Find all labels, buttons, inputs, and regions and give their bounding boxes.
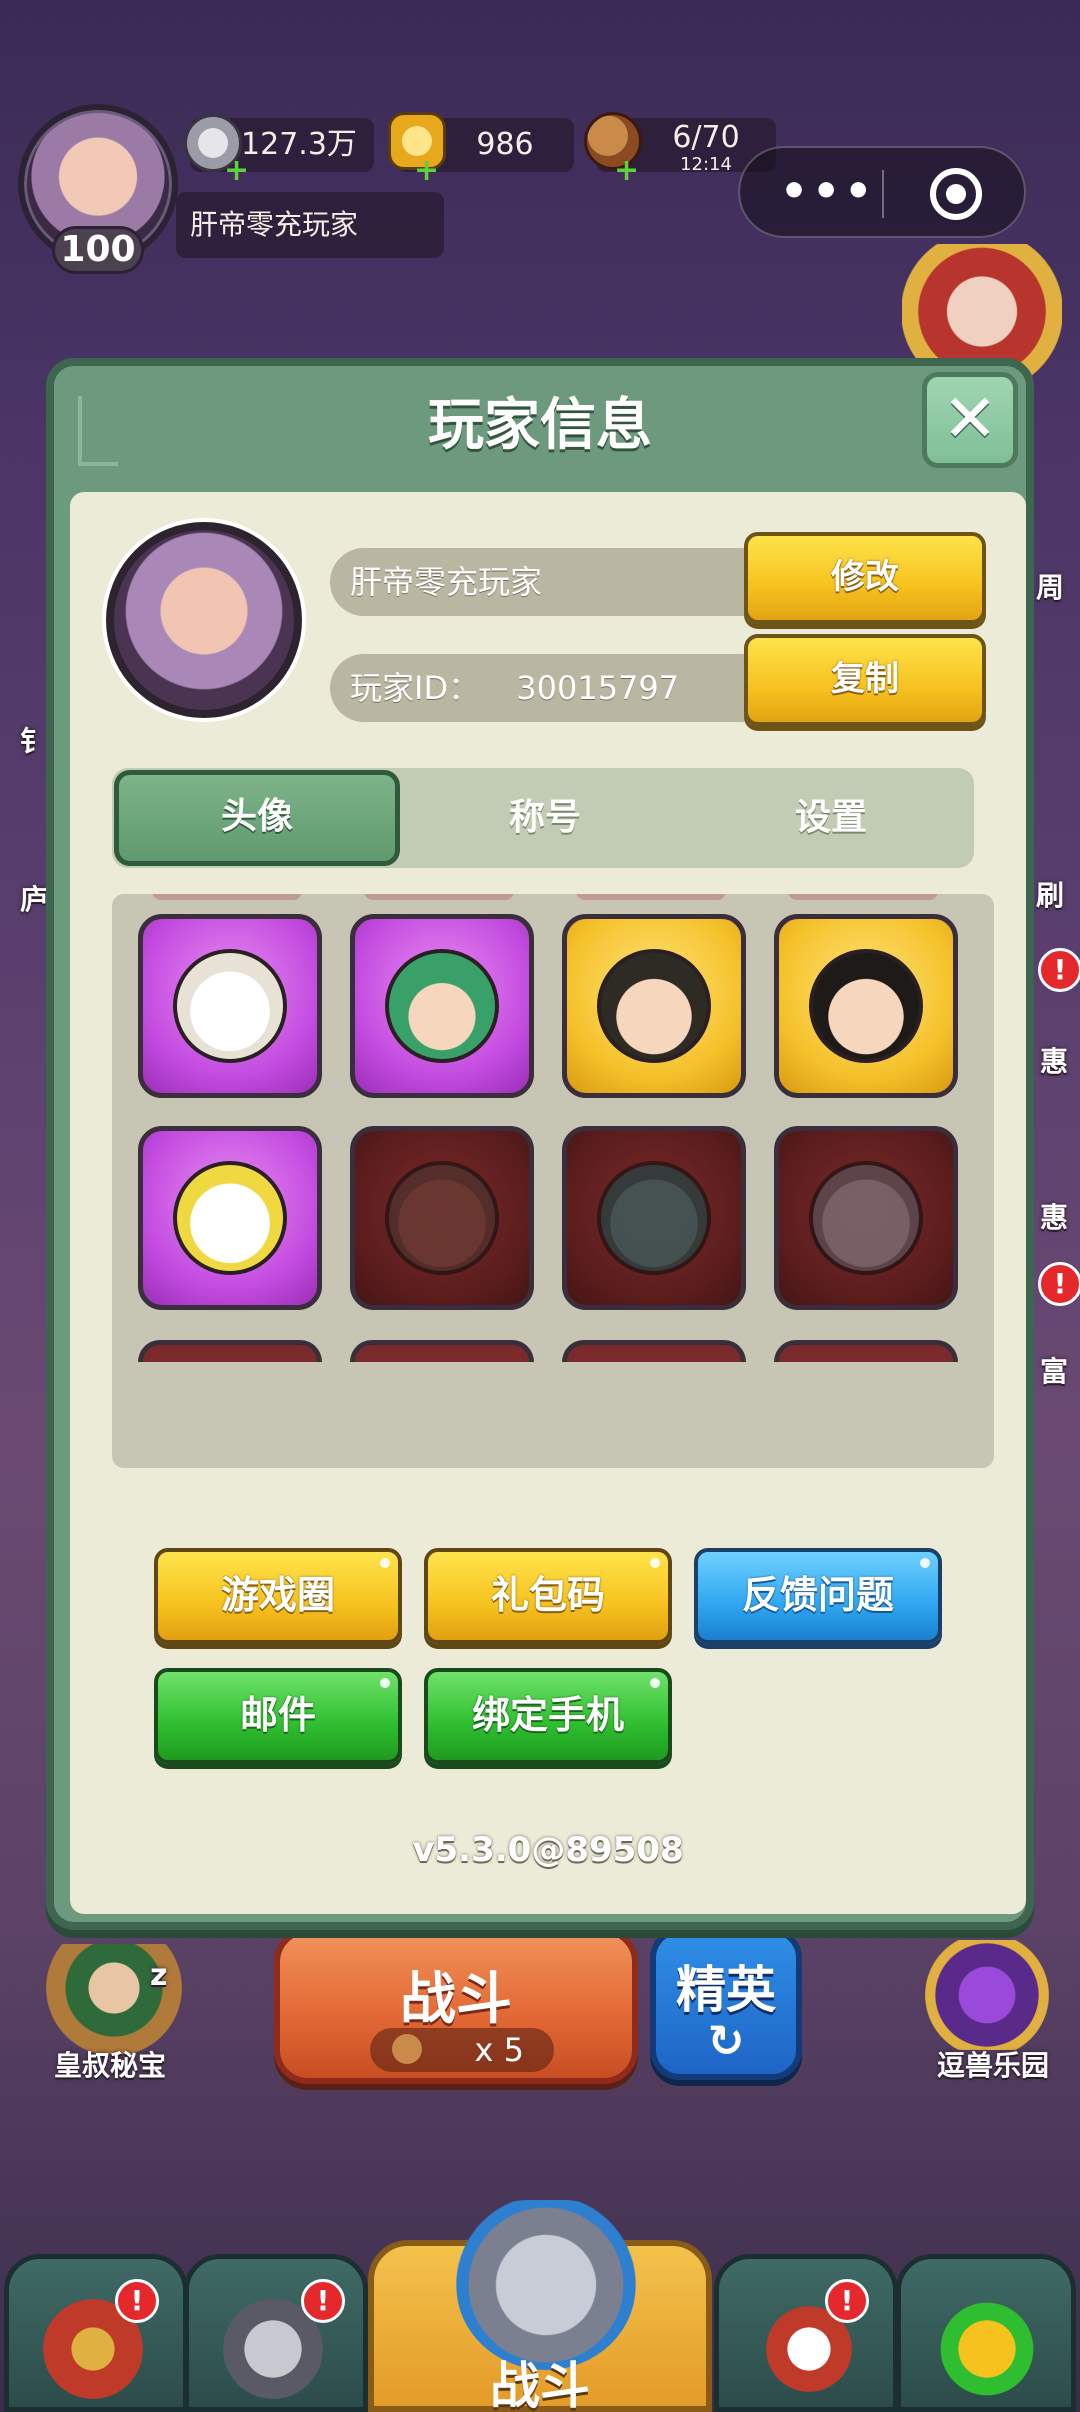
right-partial-label-4: 惠 [1040, 1201, 1069, 1234]
player-id-value: 30015797 [516, 669, 680, 707]
king-avatar-icon [809, 1161, 923, 1275]
modal-content: 肝帝零充玩家 修改 玩家ID： 30015797 复制 头像 称号 设置 游戏圈… [70, 492, 1026, 1914]
close-button[interactable]: ✕ [922, 372, 1018, 468]
right-alert-badge-1: ! [1038, 948, 1080, 992]
player-name-field: 肝帝零充玩家 [330, 548, 774, 616]
gold-value: 986 [476, 127, 534, 162]
avatar-cell-sunglasses[interactable] [774, 914, 958, 1098]
grid-row-above-peek [576, 894, 726, 900]
player-info-modal: 玩家信息 ✕ 肝帝零充玩家 修改 玩家ID： 30015797 复制 头像 称号… [46, 358, 1034, 1930]
avatar-cell-goose[interactable] [138, 914, 322, 1098]
secret-treasure-label[interactable]: 皇叔秘宝 [40, 2044, 180, 2084]
modal-tab-bar: 头像 称号 设置 [112, 768, 974, 868]
tab-title[interactable]: 称号 [402, 768, 688, 868]
grid-row-below-peek [774, 1340, 958, 1362]
right-partial-label-2: 刷 [1036, 879, 1065, 912]
feedback-button[interactable]: 反馈问题 [694, 1548, 942, 1644]
more-dots-icon[interactable]: ••• [780, 170, 876, 214]
battle-button-label: 战斗 [400, 1967, 512, 2032]
grid-row-above-peek [788, 894, 938, 900]
tab-avatar[interactable]: 头像 [114, 770, 400, 866]
warrior-avatar-icon [385, 1161, 499, 1275]
tab-settings[interactable]: 设置 [688, 768, 974, 868]
avatar-cell-green-hood[interactable] [350, 914, 534, 1098]
sunglasses-avatar-icon [809, 949, 923, 1063]
avatar-cell-headband[interactable] [562, 914, 746, 1098]
beast-park-label[interactable]: 逗兽乐园 [918, 2044, 1068, 2084]
version-label: v5.3.0@89508 [412, 1830, 684, 1870]
player-id-field: 玩家ID： 30015797 [330, 654, 774, 722]
tab-shop[interactable]: ! [4, 2254, 188, 2412]
battle-cost-value: x 5 [474, 2031, 524, 2069]
battle-cost: x 5 [370, 2028, 554, 2072]
modal-title: 玩家信息 [428, 393, 652, 458]
right-partial-label-3: 惠 [1040, 1045, 1069, 1078]
beast-park-icon[interactable] [912, 1940, 1062, 2050]
sleep-z-label: z [150, 1958, 168, 1993]
avatar-cell-rabbit[interactable] [138, 1126, 322, 1310]
player-level-badge: 100 [52, 226, 144, 274]
modify-name-button[interactable]: 修改 [744, 532, 986, 624]
refresh-icon: ↻ [707, 2016, 745, 2067]
rabbit-avatar-icon [173, 1161, 287, 1275]
avatar-cell-dragon-locked[interactable] [562, 1126, 746, 1310]
add-gold-icon[interactable]: + [414, 156, 439, 186]
grid-row-below-peek [138, 1340, 322, 1362]
battle-button[interactable]: 战斗 x 5 [274, 1928, 638, 2084]
right-partial-label-5: 富 [1040, 1355, 1069, 1388]
mail-button[interactable]: 邮件 [154, 1668, 402, 1764]
left-partial-label-2: 庐 [20, 883, 49, 916]
right-partial-label-1: 周 [1036, 571, 1065, 604]
elite-button[interactable]: 精英 ↻ [650, 1928, 802, 2080]
tab-upgrade[interactable] [896, 2254, 1076, 2412]
add-silver-icon[interactable]: + [224, 156, 249, 186]
player-name-label: 肝帝零充玩家 [176, 192, 444, 258]
gift-code-button[interactable]: 礼包码 [424, 1548, 672, 1644]
player-id-label: 玩家ID： [350, 669, 481, 707]
profile-avatar[interactable] [106, 522, 302, 718]
tab-battle[interactable]: 战斗 [368, 2200, 712, 2412]
crossed-swords-shield-icon [456, 2200, 636, 2370]
tab-equipment-badge: ! [301, 2279, 345, 2323]
tab-heroes-badge: ! [825, 2279, 869, 2323]
tab-equipment[interactable]: ! [184, 2254, 368, 2412]
bind-phone-button[interactable]: 绑定手机 [424, 1668, 672, 1764]
tab-heroes[interactable]: ! [714, 2254, 898, 2412]
tab-shop-badge: ! [115, 2279, 159, 2323]
goose-avatar-icon [173, 949, 287, 1063]
right-alert-badge-2: ! [1038, 1262, 1080, 1306]
target-circle-icon[interactable] [930, 168, 982, 220]
dragon-avatar-icon [597, 1161, 711, 1275]
mini-program-capsule: ••• [738, 146, 1026, 238]
game-circle-button[interactable]: 游戏圈 [154, 1548, 402, 1644]
capsule-divider [882, 170, 884, 218]
copy-id-button[interactable]: 复制 [744, 634, 986, 726]
elite-button-label: 精英 [676, 1961, 776, 2019]
tab-battle-label: 战斗 [490, 2357, 590, 2412]
grid-row-below-peek [562, 1340, 746, 1362]
grid-row-below-peek [350, 1340, 534, 1362]
avatar-grid[interactable] [112, 894, 994, 1468]
avatar-cell-king-locked[interactable] [774, 1126, 958, 1310]
left-partial-label-1: 钅 [20, 725, 49, 758]
add-stamina-icon[interactable]: + [614, 156, 639, 186]
grid-row-above-peek [152, 894, 302, 900]
drumstick-icon [392, 2034, 422, 2064]
upgrade-arrow-icon [937, 2299, 1037, 2399]
headband-avatar-icon [597, 949, 711, 1063]
green-hood-avatar-icon [385, 949, 499, 1063]
avatar-cell-warrior-locked[interactable] [350, 1126, 534, 1310]
grid-row-above-peek [364, 894, 514, 900]
